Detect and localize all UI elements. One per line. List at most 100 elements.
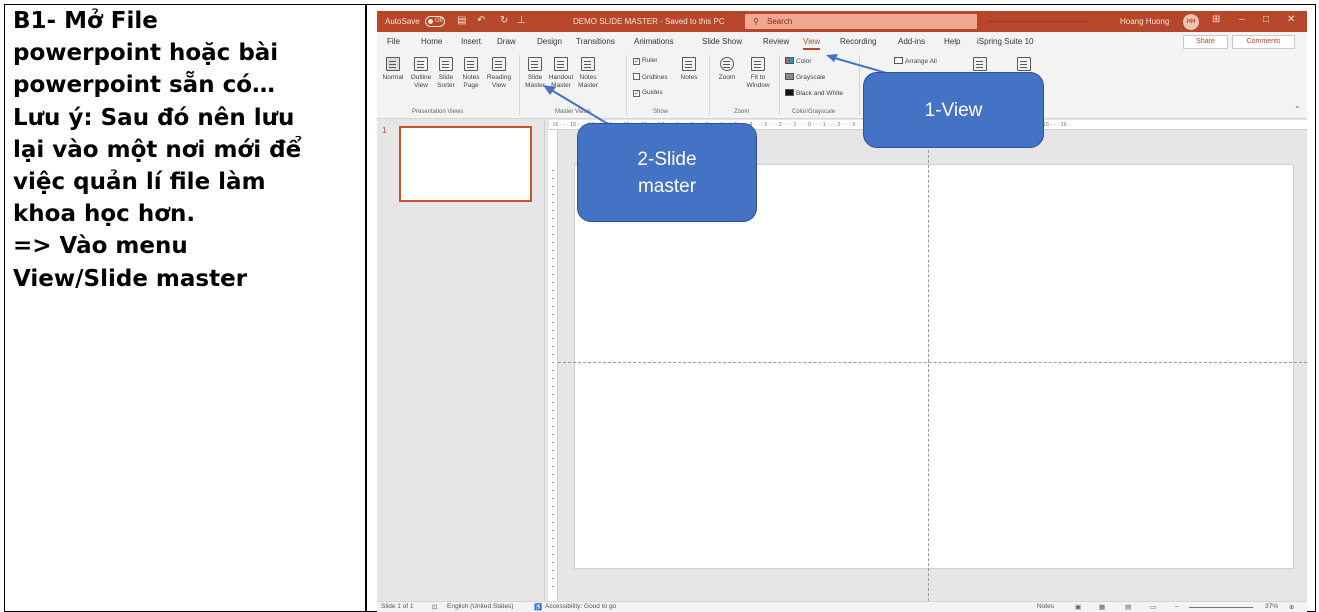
slide-canvas[interactable] xyxy=(574,164,1294,569)
grayscale-option[interactable]: Grayscale xyxy=(785,73,825,81)
color-option[interactable]: Color xyxy=(785,57,812,65)
arrange-all-icon xyxy=(894,57,903,64)
zoom-button[interactable]: Zoom xyxy=(714,57,740,82)
group-label: Color/Grayscale xyxy=(792,109,836,115)
slide-master-button[interactable]: Slide Master xyxy=(523,57,547,90)
tab-view[interactable]: View xyxy=(803,37,821,50)
checkbox-empty-icon xyxy=(633,73,640,80)
tab-ispring[interactable]: iSpring Suite 10 xyxy=(977,37,1033,46)
search-box[interactable]: ⚲ Search xyxy=(745,14,977,29)
instruction-line: lại vào một nơi mới để xyxy=(13,136,302,163)
normal-view-button[interactable]: Normal xyxy=(380,57,406,82)
tab-slide-show[interactable]: Slide Show xyxy=(702,37,742,46)
black-white-option[interactable]: Black and White xyxy=(785,89,843,97)
instruction-line: việc quản lí file làm xyxy=(13,169,266,196)
zoom-level[interactable]: 37% xyxy=(1265,603,1278,610)
checkbox-label: Guides xyxy=(642,89,663,96)
tab-transitions[interactable]: Transitions xyxy=(576,37,615,46)
notes-master-button[interactable]: Notes Master xyxy=(575,57,601,90)
ribbon-tabs: File Home Insert Draw Design Transitions… xyxy=(377,32,1307,51)
fit-to-window-button[interactable]: Fit to Window xyxy=(743,57,773,90)
document-title: DEMO SLIDE MASTER - Saved to this PC xyxy=(573,17,725,26)
slideshow-status-icon[interactable]: ▭ xyxy=(1150,603,1156,611)
fit-slide-icon[interactable]: ⊕ xyxy=(1289,603,1294,611)
slide-sorter-status-icon[interactable]: ▦ xyxy=(1099,603,1105,611)
notes-toggle[interactable]: Notes xyxy=(1037,603,1054,610)
notes-page-icon xyxy=(464,57,478,71)
slide-thumbnail[interactable] xyxy=(399,126,532,202)
slide-number: 1 xyxy=(382,126,387,135)
tab-animations[interactable]: Animations xyxy=(634,37,674,46)
slide-count: Slide 1 of 1 xyxy=(381,603,414,610)
title-divider xyxy=(987,21,1087,22)
maximize-icon[interactable]: □ xyxy=(1263,14,1269,25)
group-separator xyxy=(779,55,780,115)
accessibility-status[interactable]: Accessibility: Good to go xyxy=(545,603,616,610)
minimize-icon[interactable]: – xyxy=(1239,14,1245,25)
slide-thumbnail-pane: 1 xyxy=(377,120,545,601)
ruler-checkbox[interactable]: ✓ Ruler xyxy=(633,57,658,65)
reading-view-status-icon[interactable]: ▤ xyxy=(1125,603,1131,611)
undo-icon[interactable]: ↶ xyxy=(477,15,485,26)
tab-file[interactable]: File xyxy=(387,37,400,46)
tab-review[interactable]: Review xyxy=(763,37,789,46)
accessibility-icon: ♿ xyxy=(534,604,543,611)
search-input[interactable]: Search xyxy=(767,17,792,26)
group-separator xyxy=(519,55,520,115)
tab-home[interactable]: Home xyxy=(421,37,442,46)
handout-master-icon xyxy=(554,57,568,71)
vertical-ruler xyxy=(548,130,558,601)
save-icon[interactable]: ▤ xyxy=(457,15,466,26)
instruction-line: powerpoint sẵn có… xyxy=(13,72,276,99)
grayscale-swatch-icon xyxy=(785,73,794,80)
button-label: Arrange All xyxy=(905,58,937,65)
notes-button[interactable]: Notes xyxy=(678,57,700,82)
tab-draw[interactable]: Draw xyxy=(497,37,516,46)
collapse-ribbon-icon[interactable]: ⌃ xyxy=(1294,105,1301,114)
language-status[interactable]: English (United States) xyxy=(447,603,513,610)
slide-sorter-button[interactable]: Slide Sorter xyxy=(434,57,458,90)
callout-text: 1-View xyxy=(924,99,983,121)
zoom-out-icon[interactable]: – xyxy=(1175,603,1179,610)
button-label: Handout Master xyxy=(548,74,574,89)
user-name[interactable]: Hoang Huong xyxy=(1120,17,1169,26)
instruction-line: View/Slide master xyxy=(13,265,248,292)
tab-recording[interactable]: Recording xyxy=(840,37,876,46)
spelling-icon[interactable]: ⊡ xyxy=(432,603,437,611)
group-separator xyxy=(626,55,627,115)
zoom-slider[interactable] xyxy=(1189,607,1253,608)
avatar[interactable]: HH xyxy=(1183,14,1199,30)
present-icon[interactable]: ⊥ xyxy=(517,15,526,26)
macros-icon xyxy=(1017,57,1031,71)
gridlines-checkbox[interactable]: Gridlines xyxy=(633,73,668,81)
horizontal-guide[interactable] xyxy=(558,362,1307,363)
close-icon[interactable]: ✕ xyxy=(1287,14,1295,25)
group-label: Presentation Views xyxy=(412,109,464,115)
redo-icon[interactable]: ↻ xyxy=(500,15,508,26)
option-label: Black and White xyxy=(796,90,843,97)
reading-view-button[interactable]: Reading View xyxy=(484,57,514,90)
outline-view-button[interactable]: Outline View xyxy=(409,57,433,90)
handout-master-button[interactable]: Handout Master xyxy=(547,57,575,90)
guides-checkbox[interactable]: ✓ Guides xyxy=(633,89,663,97)
normal-view-status-icon[interactable]: ▣ xyxy=(1075,603,1081,611)
button-label: Zoom xyxy=(718,74,736,81)
share-button[interactable]: Share xyxy=(1183,35,1228,49)
tab-help[interactable]: Help xyxy=(944,37,960,46)
autosave-label: AutoSave xyxy=(385,17,420,26)
tab-add-ins[interactable]: Add-ins xyxy=(898,37,925,46)
ribbon-display-icon[interactable]: ⊞ xyxy=(1212,14,1220,25)
tab-design[interactable]: Design xyxy=(537,37,562,46)
checkbox-label: Gridlines xyxy=(642,74,668,81)
vertical-guide[interactable] xyxy=(928,130,929,601)
instruction-line: B1- Mở File xyxy=(13,8,158,34)
comments-button[interactable]: Comments xyxy=(1232,35,1295,49)
slide-master-callout: 2-Slide master xyxy=(577,123,757,222)
button-label: Reading View xyxy=(486,74,512,89)
instruction-text: B1- Mở File powerpoint hoặc bài powerpoi… xyxy=(13,5,358,295)
notes-icon xyxy=(682,57,696,71)
tab-insert[interactable]: Insert xyxy=(461,37,481,46)
notes-page-button[interactable]: Notes Page xyxy=(459,57,483,90)
bw-swatch-icon xyxy=(785,89,794,96)
arrange-all-button[interactable]: Arrange All xyxy=(894,57,937,65)
